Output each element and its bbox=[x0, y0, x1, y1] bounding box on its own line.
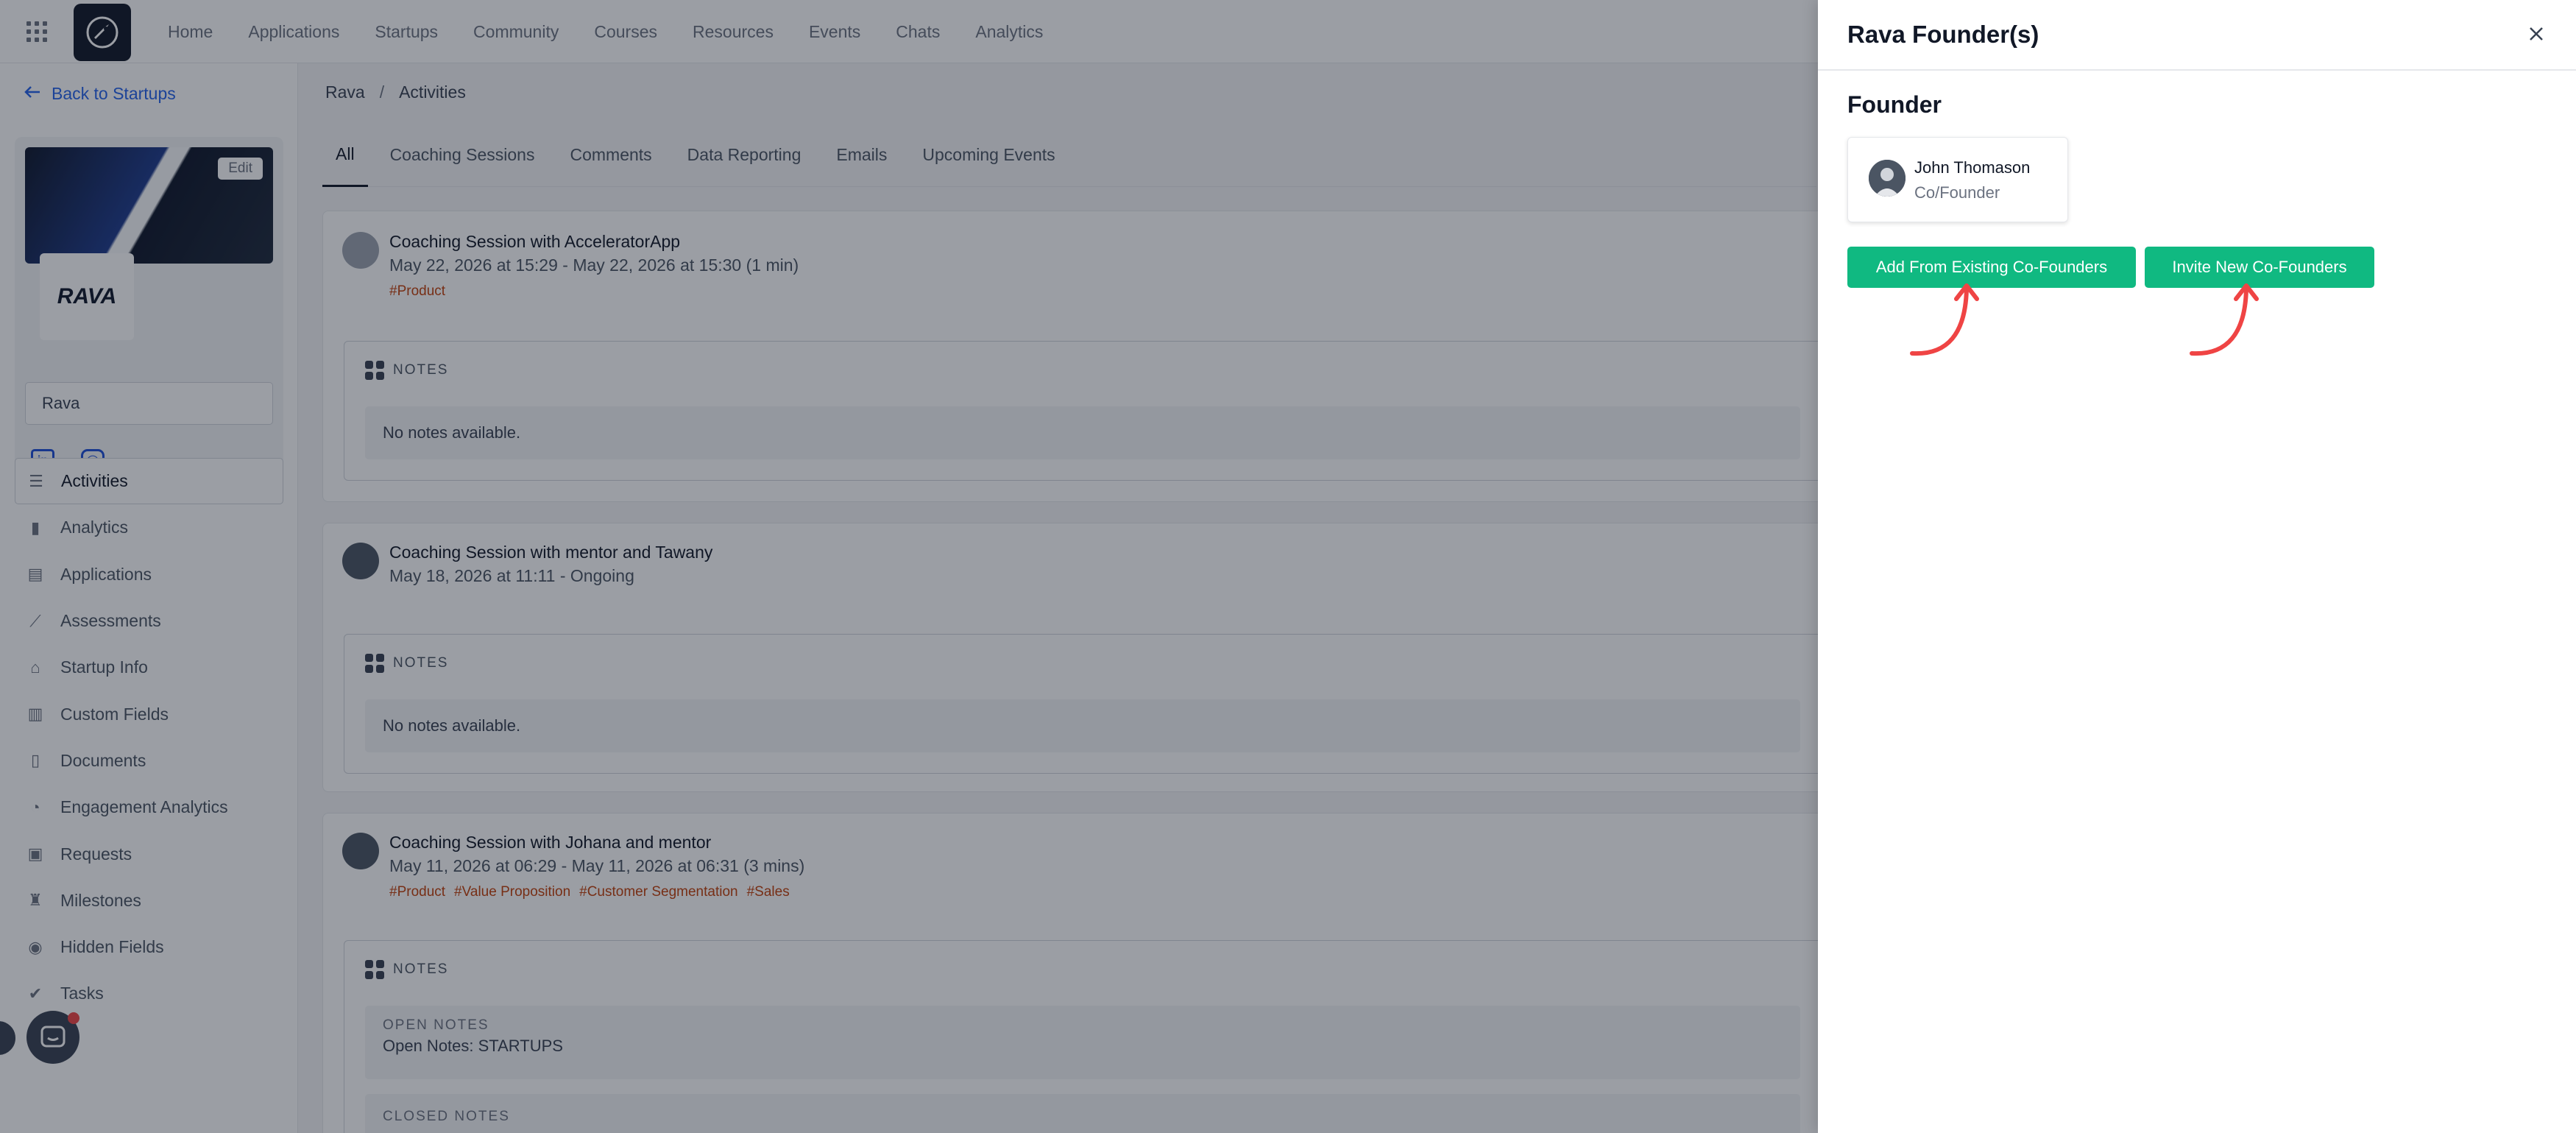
founder-role: Co/Founder bbox=[1914, 183, 2000, 202]
drawer-header: Rava Founder(s) bbox=[1818, 0, 2576, 71]
founder-name: John Thomason bbox=[1914, 158, 2031, 177]
founders-drawer: Rava Founder(s) Founder John Thomason Co… bbox=[1818, 0, 2576, 1133]
annotation-arrow bbox=[2190, 283, 2259, 356]
founder-card[interactable]: John Thomason Co/Founder bbox=[1847, 137, 2068, 222]
close-icon[interactable] bbox=[2524, 22, 2548, 46]
annotation-arrow bbox=[1910, 283, 1979, 356]
founder-avatar bbox=[1869, 160, 1906, 197]
drawer-title: Rava Founder(s) bbox=[1847, 21, 2039, 48]
founder-section-title: Founder bbox=[1847, 91, 1942, 118]
